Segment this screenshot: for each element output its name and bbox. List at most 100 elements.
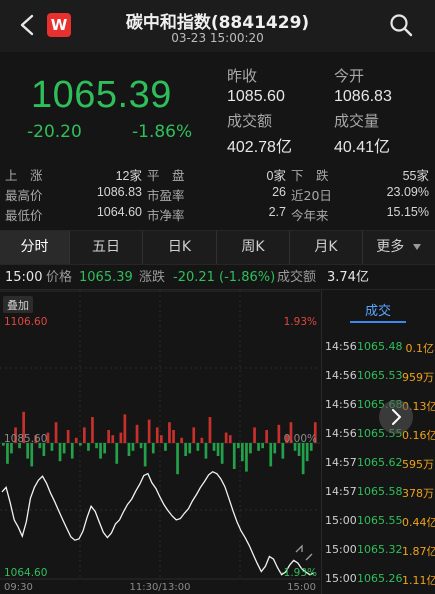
trade-volume: 1.87亿: [402, 545, 435, 558]
stat-value: 55家: [402, 169, 429, 183]
overlay-button[interactable]: 叠加: [3, 296, 33, 313]
stats-row: 上 涨 12家 平 盘 0家 下 跌 55家: [0, 165, 435, 185]
tab-intraday[interactable]: 分时: [0, 231, 69, 265]
chart-period-tabs: 分时 五日 日K 周K 月K 更多: [0, 230, 435, 265]
tab-more[interactable]: 更多: [363, 231, 435, 265]
volume-bar: [212, 443, 216, 451]
trade-time: 15:00: [325, 514, 357, 527]
volume-bar: [147, 419, 151, 443]
axis-mid-price: 1085.60: [4, 433, 47, 445]
crosshair-info-bar: 15:00 价格 1065.39 涨跌 -20.21 (-1.86%) 成交额 …: [0, 264, 435, 290]
volume-bar: [103, 443, 106, 454]
tab-trades[interactable]: 成交: [350, 300, 406, 319]
time-mid: 11:30/13:00: [129, 582, 190, 593]
stat-value: 26: [272, 185, 286, 199]
search-icon[interactable]: [389, 13, 413, 37]
volume-label: 成交量: [334, 112, 380, 130]
volume-bar: [261, 443, 264, 449]
tab-daily-k[interactable]: 日K: [143, 231, 216, 265]
volume-bar: [176, 443, 179, 475]
volume-bar: [99, 443, 102, 459]
stat-label: 最高价: [5, 188, 43, 203]
stats-row: 最低价 1064.60 市净率 2.7 今年来 15.15%: [0, 205, 435, 225]
volume-bar: [277, 424, 281, 443]
volume-bar: [184, 443, 187, 456]
volume-bar: [249, 443, 252, 454]
volume-bar: [62, 443, 66, 454]
volume-bar: [188, 443, 192, 454]
turnover: 成交额 402.78亿: [227, 110, 292, 157]
trade-price: 1065.48: [357, 340, 403, 353]
volume-bar: [241, 443, 244, 462]
volume-bar: [151, 443, 155, 454]
stat-value: 15.15%: [386, 205, 429, 219]
volume-bar: [26, 443, 29, 459]
trade-price: 1065.62: [357, 456, 403, 469]
trade-row: 14:56 1065.55 0.16亿: [322, 427, 435, 456]
trade-volume: 595万: [402, 458, 434, 471]
prev-close: 昨收 1085.60: [227, 65, 285, 106]
trade-time: 14:56: [325, 369, 357, 382]
stat-value: 1064.60: [96, 205, 142, 219]
overlay-label: 叠加: [7, 299, 29, 312]
volume-bar: [107, 430, 110, 443]
volume-bar: [95, 443, 98, 449]
trade-volume: 1.11亿: [402, 574, 435, 587]
volume-bar: [6, 443, 9, 464]
trade-row: 15:00 1065.26 1.11亿: [322, 572, 435, 594]
volume-bar: [115, 443, 119, 464]
turnover-label: 成交额: [227, 112, 273, 130]
stat-value: 23.09%: [386, 185, 429, 199]
tab-monthly-k[interactable]: 月K: [290, 231, 362, 265]
trade-row: 14:57 1065.58 378万: [322, 485, 435, 514]
volume-bar: [228, 435, 232, 443]
last-price: 1065.39: [31, 74, 172, 116]
trade-time: 14:56: [325, 398, 357, 411]
axis-min-pct: -1.93%: [280, 567, 317, 579]
volume-bar: [232, 443, 236, 469]
tab-trades-underline: [350, 321, 406, 323]
page-title: 碳中和指数(8841429): [125, 13, 310, 33]
stat-value: 0家: [266, 169, 286, 183]
volume-bar: [58, 443, 62, 462]
volume-bar: [273, 443, 277, 454]
trade-ticker-panel: 成交 14:56 1065.48 0.1亿 14:56 1065.53 959万 14:56…: [321, 290, 435, 594]
volume-bar: [127, 443, 131, 456]
expand-panel-button[interactable]: [379, 400, 413, 434]
tab-weekly-k[interactable]: 周K: [217, 231, 289, 265]
stat-label: 下 跌: [291, 168, 329, 183]
trade-time: 14:56: [325, 340, 357, 353]
stat-value: 2.7: [268, 205, 286, 219]
prev-close-value: 1085.60: [227, 88, 285, 105]
intraday-chart[interactable]: 叠加 1106.60 1.93% 1085.60 0.00% 1064.60 -…: [0, 290, 320, 594]
info-price-label: 价格: [46, 270, 73, 285]
trade-row: 15:00 1065.32 1.87亿: [322, 543, 435, 572]
volume-bar: [220, 443, 224, 464]
axis-min-price: 1064.60: [4, 567, 47, 579]
tab-five-day[interactable]: 五日: [70, 231, 142, 265]
volume-bar: [224, 432, 228, 443]
time-end: 15:00: [287, 582, 316, 593]
volume-bar: [269, 443, 273, 467]
volume-bar: [305, 443, 309, 462]
trade-volume: 0.1亿: [405, 342, 435, 355]
stats-grid: 上 涨 12家 平 盘 0家 下 跌 55家 最高价 1086.83 市盈率 2…: [0, 162, 435, 230]
volume-bar: [139, 443, 143, 449]
volume-bar: [135, 424, 139, 443]
open-price: 今开 1086.83: [334, 65, 392, 106]
price-change: -20.20: [27, 122, 82, 142]
info-time: 15:00: [5, 270, 43, 285]
volume-bar: [164, 443, 167, 451]
stats-row: 最高价 1086.83 市盈率 26 近20日 23.09%: [0, 185, 435, 205]
volume-bar: [87, 443, 90, 451]
trade-row: 14:56 1065.48 0.1亿: [322, 340, 435, 369]
trade-volume: 959万: [402, 371, 434, 384]
open-value: 1086.83: [334, 88, 392, 105]
volume-bar: [257, 443, 260, 451]
volume: 成交量 40.41亿: [334, 110, 390, 157]
info-amount-label: 成交额: [277, 270, 317, 285]
volume-bar: [79, 443, 82, 446]
volume-bar: [54, 422, 58, 443]
caret-down-icon: [412, 244, 421, 250]
info-price: 1065.39: [79, 270, 133, 285]
